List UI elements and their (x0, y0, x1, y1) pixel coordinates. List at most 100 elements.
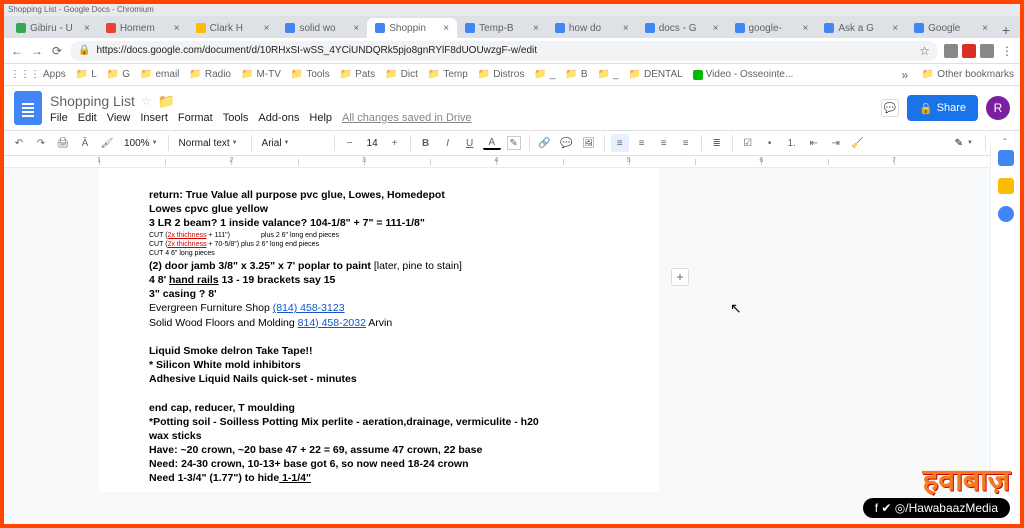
browser-tab[interactable]: Temp-B× (457, 18, 547, 38)
align-left-button[interactable]: ≡ (611, 134, 629, 152)
calendar-addon-icon[interactable] (998, 150, 1014, 166)
align-right-button[interactable]: ≡ (655, 134, 673, 152)
open-comments-button[interactable]: 💬 (881, 99, 899, 117)
clear-formatting-button[interactable]: 🧹 (849, 134, 867, 152)
text-color-button[interactable]: A (483, 136, 501, 150)
close-tab-icon[interactable]: × (264, 23, 270, 34)
share-button[interactable]: 🔒Share (907, 95, 978, 121)
menu-tools[interactable]: Tools (223, 112, 249, 124)
menu-edit[interactable]: Edit (78, 112, 97, 124)
menu-file[interactable]: File (50, 112, 68, 124)
styles-dropdown[interactable]: Normal text▼ (175, 134, 245, 152)
close-tab-icon[interactable]: × (623, 23, 629, 34)
insert-link-button[interactable]: 🔗 (536, 134, 554, 152)
move-folder-icon[interactable]: 📁 (158, 93, 175, 110)
star-document-icon[interactable]: ☆ (141, 94, 152, 108)
increase-font-size[interactable]: + (386, 134, 404, 152)
bookmarks-overflow[interactable]: » (898, 68, 912, 82)
align-center-button[interactable]: ≡ (633, 134, 651, 152)
increase-indent-button[interactable]: ⇥ (827, 134, 845, 152)
bookmark-folder[interactable]: 📁G (107, 69, 130, 80)
close-tab-icon[interactable]: × (713, 23, 719, 34)
numbered-list-button[interactable]: 1. (783, 134, 801, 152)
add-comment-button[interactable]: 💬 (558, 134, 576, 152)
spellcheck-button[interactable]: Ă (76, 134, 94, 152)
bookmark-folder[interactable]: 📁Tools (291, 69, 330, 80)
menu-format[interactable]: Format (178, 112, 213, 124)
docs-home-icon[interactable] (14, 91, 42, 125)
bookmark-star-icon[interactable]: ☆ (919, 44, 930, 58)
undo-button[interactable]: ↶ (10, 134, 28, 152)
browser-tab[interactable]: Homem× (98, 18, 188, 38)
align-justify-button[interactable]: ≡ (677, 134, 695, 152)
close-tab-icon[interactable]: × (443, 23, 449, 34)
bookmark-folder[interactable]: 📁Distros (478, 69, 525, 80)
bookmark-folder[interactable]: 📁M-TV (241, 69, 281, 80)
menu-help[interactable]: Help (309, 112, 332, 124)
bold-button[interactable]: B (417, 134, 435, 152)
close-tab-icon[interactable]: × (892, 23, 898, 34)
back-button[interactable]: ← (10, 44, 24, 58)
browser-tab[interactable]: google-× (727, 18, 817, 38)
menu-insert[interactable]: Insert (140, 112, 168, 124)
print-button[interactable]: 🖨 (54, 134, 72, 152)
insert-image-button[interactable]: 🖼 (580, 134, 598, 152)
keep-addon-icon[interactable] (998, 178, 1014, 194)
bookmark-folder[interactable]: 📁_ (534, 69, 555, 80)
zoom-dropdown[interactable]: 100%▼ (120, 134, 162, 152)
bulleted-list-button[interactable]: • (761, 134, 779, 152)
browser-menu-button[interactable]: ⋮ (1000, 44, 1014, 58)
browser-tab[interactable]: Ask a G× (816, 18, 906, 38)
document-title[interactable]: Shopping List (50, 93, 135, 109)
browser-tab[interactable]: solid wo× (277, 18, 367, 38)
document-canvas[interactable]: + return: True Value all purpose pvc glu… (4, 168, 990, 524)
bookmark-folder[interactable]: 📁Temp (428, 69, 468, 80)
extension-icon[interactable] (980, 44, 994, 58)
checklist-button[interactable]: ☑ (739, 134, 757, 152)
browser-tab[interactable]: Shoppin× (367, 18, 457, 38)
bookmark-item[interactable]: Video - Osseointe... (693, 69, 794, 80)
underline-button[interactable]: U (461, 134, 479, 152)
redo-button[interactable]: ↷ (32, 134, 50, 152)
close-tab-icon[interactable]: × (174, 23, 180, 34)
highlight-button[interactable]: ✎ (505, 134, 523, 152)
close-tab-icon[interactable]: × (802, 23, 808, 34)
account-avatar[interactable]: R (986, 96, 1010, 120)
editing-mode-dropdown[interactable]: ✎▼ (949, 138, 979, 149)
decrease-indent-button[interactable]: ⇤ (805, 134, 823, 152)
bookmark-folder[interactable]: 📁_ (598, 69, 619, 80)
decrease-font-size[interactable]: − (341, 134, 359, 152)
menu-view[interactable]: View (107, 112, 131, 124)
bookmark-folder[interactable]: 📁L (76, 69, 97, 80)
add-comment-bubble[interactable]: + (671, 268, 689, 286)
italic-button[interactable]: I (439, 134, 457, 152)
close-tab-icon[interactable]: × (982, 23, 988, 34)
extension-icon[interactable] (944, 44, 958, 58)
forward-button[interactable]: → (30, 44, 44, 58)
close-tab-icon[interactable]: × (533, 23, 539, 34)
browser-tab[interactable]: Clark H× (188, 18, 278, 38)
font-dropdown[interactable]: Arial▼ (258, 134, 328, 152)
menu-add-ons[interactable]: Add-ons (258, 112, 299, 124)
browser-tab[interactable]: Google× (906, 18, 996, 38)
font-size-input[interactable]: 14 (363, 134, 382, 152)
line-spacing-button[interactable]: ≣ (708, 134, 726, 152)
browser-tab[interactable]: docs - G× (637, 18, 727, 38)
new-tab-button[interactable]: + (996, 22, 1016, 38)
reload-button[interactable]: ⟳ (50, 44, 64, 58)
horizontal-ruler[interactable] (4, 156, 1020, 168)
apps-button[interactable]: ⋮⋮⋮Apps (10, 69, 66, 80)
other-bookmarks[interactable]: 📁Other bookmarks (922, 69, 1014, 80)
tasks-addon-icon[interactable] (998, 206, 1014, 222)
bookmark-folder[interactable]: 📁Pats (340, 69, 375, 80)
extension-icon[interactable] (962, 44, 976, 58)
bookmark-folder[interactable]: 📁Radio (189, 69, 231, 80)
bookmark-folder[interactable]: 📁Dict (385, 69, 418, 80)
document-page[interactable]: + return: True Value all purpose pvc glu… (99, 168, 659, 492)
paint-format-button[interactable]: 🖌 (98, 134, 116, 152)
browser-tab[interactable]: Gibiru - U× (8, 18, 98, 38)
bookmark-folder[interactable]: 📁B (565, 69, 587, 80)
address-bar[interactable]: 🔒 https://docs.google.com/document/d/10R… (70, 41, 938, 61)
bookmark-folder[interactable]: 📁DENTAL (629, 69, 683, 80)
close-tab-icon[interactable]: × (84, 23, 90, 34)
